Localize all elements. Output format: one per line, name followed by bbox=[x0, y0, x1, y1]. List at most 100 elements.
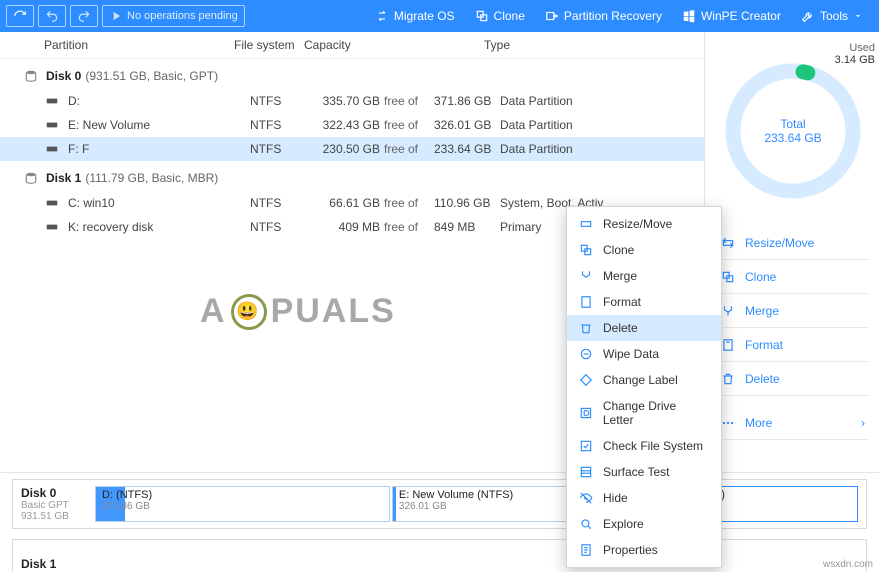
context-changelabel[interactable]: Change Label bbox=[567, 367, 721, 393]
partition-icon bbox=[44, 94, 60, 108]
partition-fs: NTFS bbox=[250, 220, 320, 234]
header-partition: Partition bbox=[44, 38, 234, 52]
refresh-button[interactable] bbox=[6, 5, 34, 27]
migrate-icon bbox=[375, 9, 389, 23]
side-format-button[interactable]: Format bbox=[717, 328, 869, 362]
partition-row[interactable]: E: New VolumeNTFS322.43 GBfree of326.01 … bbox=[0, 113, 704, 137]
main-area: Partition File system Capacity Type Disk… bbox=[0, 32, 879, 472]
trash-icon bbox=[721, 372, 735, 386]
context-clone[interactable]: Clone bbox=[567, 237, 721, 263]
partition-label: E: New Volume bbox=[68, 118, 250, 132]
disk-icon bbox=[22, 171, 40, 185]
partition-icon bbox=[44, 220, 60, 234]
undo-button[interactable] bbox=[38, 5, 66, 27]
undo-icon bbox=[45, 9, 59, 23]
redo-icon bbox=[77, 9, 91, 23]
pending-ops-button[interactable]: No operations pending bbox=[102, 5, 245, 27]
side-merge-button[interactable]: Merge bbox=[717, 294, 869, 328]
disk-map-segment[interactable]: D: (NTFS)371.86 GB bbox=[95, 486, 390, 522]
partition-fs: NTFS bbox=[250, 118, 320, 132]
capacity-donut: Total 233.64 GB bbox=[718, 56, 868, 206]
context-resize[interactable]: Resize/Move bbox=[567, 211, 721, 237]
clone-button[interactable]: Clone bbox=[465, 0, 535, 32]
context-format[interactable]: Format bbox=[567, 289, 721, 315]
partition-capacity: 230.50 GBfree of233.64 GB bbox=[320, 142, 500, 156]
side-more-button[interactable]: More › bbox=[717, 406, 869, 440]
chevron-right-icon: › bbox=[861, 416, 865, 430]
partition-recovery-button[interactable]: Partition Recovery bbox=[535, 0, 672, 32]
tools-dropdown[interactable]: Tools bbox=[791, 0, 873, 32]
changelabel-icon bbox=[579, 373, 593, 387]
partition-fs: NTFS bbox=[250, 94, 320, 108]
winpe-creator-button[interactable]: WinPE Creator bbox=[672, 0, 791, 32]
side-resize-button[interactable]: Resize/Move bbox=[717, 226, 869, 260]
context-explore[interactable]: Explore bbox=[567, 511, 721, 537]
side-delete-button[interactable]: Delete bbox=[717, 362, 869, 396]
partition-context-menu: Resize/MoveCloneMergeFormatDeleteWipe Da… bbox=[566, 206, 722, 568]
partition-icon bbox=[44, 196, 60, 210]
redo-button[interactable] bbox=[70, 5, 98, 27]
context-properties[interactable]: Properties bbox=[567, 537, 721, 563]
partition-capacity: 409 MBfree of849 MB bbox=[320, 220, 500, 234]
driveletter-icon bbox=[579, 406, 593, 420]
context-wipe[interactable]: Wipe Data bbox=[567, 341, 721, 367]
partition-capacity: 66.61 GBfree of110.96 GB bbox=[320, 196, 500, 210]
partition-label: D: bbox=[68, 94, 250, 108]
partition-icon bbox=[44, 118, 60, 132]
disk-map-area: Disk 0Basic GPT931.51 GBD: (NTFS)371.86 … bbox=[0, 472, 879, 572]
refresh-icon bbox=[13, 9, 27, 23]
partition-capacity: 322.43 GBfree of326.01 GB bbox=[320, 118, 500, 132]
partition-fs: NTFS bbox=[250, 196, 320, 210]
partition-type: Data Partition bbox=[500, 94, 692, 108]
context-delete[interactable]: Delete bbox=[567, 315, 721, 341]
header-type: Type bbox=[484, 38, 692, 52]
disk-map-info: Disk 0Basic GPT931.51 GB bbox=[21, 486, 95, 522]
donut-total-label: Total bbox=[780, 117, 805, 131]
context-driveletter[interactable]: Change Drive Letter bbox=[567, 393, 721, 433]
watermark: A 😃 PUALS bbox=[200, 292, 396, 331]
resize-icon bbox=[721, 236, 735, 250]
side-clone-button[interactable]: Clone bbox=[717, 260, 869, 294]
disk-map-info: Disk 1 bbox=[21, 546, 95, 572]
pending-ops-label: No operations pending bbox=[127, 10, 238, 22]
disk-map[interactable]: Disk 0Basic GPT931.51 GBD: (NTFS)371.86 … bbox=[12, 479, 867, 529]
wrench-icon bbox=[801, 9, 815, 23]
partition-label: F: F bbox=[68, 142, 250, 156]
top-toolbar: No operations pending Migrate OS Clone P… bbox=[0, 0, 879, 32]
context-surface[interactable]: Surface Test bbox=[567, 459, 721, 485]
side-panel: Used 3.14 GB Total 233.64 GB Resize/Move… bbox=[705, 32, 879, 472]
header-filesystem: File system bbox=[234, 38, 304, 52]
partition-capacity: 335.70 GBfree of371.86 GB bbox=[320, 94, 500, 108]
context-hide[interactable]: Hide bbox=[567, 485, 721, 511]
more-icon bbox=[721, 416, 735, 430]
partition-label: K: recovery disk bbox=[68, 220, 250, 234]
recovery-icon bbox=[545, 9, 559, 23]
disk-name: Disk 0 bbox=[46, 69, 81, 83]
explore-icon bbox=[579, 517, 593, 531]
context-merge[interactable]: Merge bbox=[567, 263, 721, 289]
wipe-icon bbox=[579, 347, 593, 361]
migrate-os-button[interactable]: Migrate OS bbox=[365, 0, 465, 32]
disk-row[interactable]: Disk 1 (111.79 GB, Basic, MBR) bbox=[0, 165, 704, 191]
properties-icon bbox=[579, 543, 593, 557]
partition-row[interactable]: D:NTFS335.70 GBfree of371.86 GBData Part… bbox=[0, 89, 704, 113]
disk-map[interactable]: Disk 1 bbox=[12, 539, 867, 572]
partition-fs: NTFS bbox=[250, 142, 320, 156]
partition-row[interactable]: F: FNTFS230.50 GBfree of233.64 GBData Pa… bbox=[0, 137, 704, 161]
partition-label: C: win10 bbox=[68, 196, 250, 210]
disk-name: Disk 1 bbox=[46, 171, 81, 185]
delete-icon bbox=[579, 321, 593, 335]
partition-icon bbox=[44, 142, 60, 156]
logo-face-icon: 😃 bbox=[231, 294, 267, 330]
play-icon bbox=[109, 9, 123, 23]
merge-icon bbox=[579, 269, 593, 283]
partition-table-header: Partition File system Capacity Type bbox=[0, 32, 704, 59]
disk-row[interactable]: Disk 0 (931.51 GB, Basic, GPT) bbox=[0, 63, 704, 89]
partition-type: Data Partition bbox=[500, 142, 692, 156]
context-checkfs[interactable]: Check File System bbox=[567, 433, 721, 459]
donut-total-value: 233.64 GB bbox=[764, 131, 821, 145]
format-icon bbox=[721, 338, 735, 352]
clone-icon bbox=[475, 9, 489, 23]
chevron-down-icon bbox=[853, 9, 863, 23]
partition-list-pane: Partition File system Capacity Type Disk… bbox=[0, 32, 705, 472]
